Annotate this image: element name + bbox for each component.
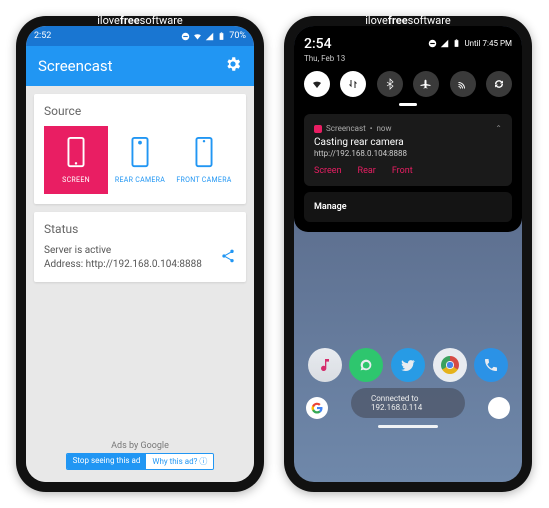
cast-icon [457,78,469,90]
ads-buttons: Stop seeing this ad Why this ad? ⓘ [66,453,215,470]
dnd-icon [181,32,190,41]
phone-icon [483,357,499,373]
qs-bluetooth[interactable] [377,71,403,97]
notification-card[interactable]: ⌃ Screencast • now Casting rear camera h… [304,114,512,186]
google-button[interactable] [306,397,328,419]
notification-title: Casting rear camera [314,137,502,148]
dot-sep: • [370,124,373,133]
source-options: SCREEN REAR CAMERA FRONT CAMERA [44,126,236,194]
status-line1: Server is active [44,244,220,258]
status-line2: Address: http://192.168.0.104:8888 [44,258,220,272]
app-music[interactable] [308,348,342,382]
source-front-label: FRONT CAMERA [176,176,231,184]
status-icons: 70% [181,31,246,41]
google-icon [311,402,323,414]
source-screen-label: SCREEN [62,176,90,184]
notif-action-rear[interactable]: Rear [358,166,376,176]
app-title: Screencast [38,57,224,75]
rotate-icon [493,78,505,90]
share-icon [220,248,236,264]
app-phone[interactable] [474,348,508,382]
dnd-icon [428,39,437,48]
battery-icon [217,32,226,41]
qs-cast[interactable] [450,71,476,97]
connection-pill: Connected to 192.168.0.114 [351,388,465,418]
wifi-icon [193,32,202,41]
screen-icon [64,136,88,170]
assistant-button[interactable] [488,397,510,419]
manage-button[interactable]: Manage [304,192,512,222]
notification-when: now [376,124,391,133]
content-area: Source SCREEN REAR CAMERA FRONT CAMER [26,86,254,482]
signal-icon [440,39,449,48]
source-title: Source [44,104,236,118]
wifi-icon [311,78,323,90]
shade-handle[interactable] [399,103,417,106]
source-screen[interactable]: SCREEN [44,126,108,194]
settings-button[interactable] [224,55,242,77]
app-twitter[interactable] [391,348,425,382]
status-card: Status Server is active Address: http://… [34,212,246,282]
rear-camera-icon [128,136,152,170]
screen-right: 2:54 Until 7:45 PM Thu, Feb 13 [294,26,522,482]
battery-pct: 70% [229,31,246,41]
app-whatsapp[interactable] [349,348,383,382]
notification-actions: Screen Rear Front [314,166,502,176]
shade-time: 2:54 [304,36,332,52]
home-screen: Connected to 192.168.0.114 [294,232,522,432]
data-icon [347,78,359,90]
qs-wifi[interactable] [304,71,330,97]
bluetooth-icon [384,78,396,90]
dock [304,348,512,382]
notif-action-screen[interactable]: Screen [314,166,342,176]
qs-data[interactable] [340,71,366,97]
notif-action-front[interactable]: Front [392,166,413,176]
music-icon [317,357,333,373]
whatsapp-icon [358,357,374,373]
clock: 2:52 [34,31,51,41]
notification-app: Screencast [326,124,366,133]
nav-handle[interactable] [378,425,438,428]
app-chrome[interactable] [433,348,467,382]
notification-shade[interactable]: 2:54 Until 7:45 PM Thu, Feb 13 [294,26,522,232]
source-front[interactable]: FRONT CAMERA [172,126,236,194]
ads-label: Ads by Google [34,441,246,451]
shade-status-row: 2:54 Until 7:45 PM [304,36,512,52]
front-camera-icon [192,136,216,170]
until-text: Until 7:45 PM [464,39,512,48]
signal-icon [205,32,214,41]
status-bar: 2:52 70% [26,26,254,46]
qs-airplane[interactable] [413,71,439,97]
source-rear-label: REAR CAMERA [115,176,165,184]
ads-area: Ads by Google Stop seeing this ad Why th… [34,437,246,474]
chevron-up-icon[interactable]: ⌃ [495,124,502,133]
gear-icon [224,55,242,73]
phone-left: ilovefreesoftware 2:52 70% Screencast [16,16,264,492]
app-bar: Screencast [26,46,254,86]
phone-right: ilovefreesoftware 2:54 Until 7:45 PM Thu… [284,16,532,492]
source-card: Source SCREEN REAR CAMERA FRONT CAMER [34,94,246,204]
shade-date: Thu, Feb 13 [304,54,512,63]
airplane-icon [420,78,432,90]
ads-why-button[interactable]: Why this ad? ⓘ [146,454,213,469]
shade-right-icons: Until 7:45 PM [428,39,512,48]
chrome-icon [441,356,459,374]
app-icon [314,125,322,133]
qs-rotate[interactable] [486,71,512,97]
status-title: Status [44,222,236,236]
notification-sub: http://192.168.0.104:8888 [314,149,502,158]
ads-stop-button[interactable]: Stop seeing this ad [67,454,147,469]
battery-icon [452,39,461,48]
notification-header: Screencast • now [314,124,502,133]
screen-left: 2:52 70% Screencast Source [26,26,254,482]
source-rear[interactable]: REAR CAMERA [108,126,172,194]
share-button[interactable] [220,248,236,268]
twitter-icon [400,357,416,373]
quick-settings-row [304,71,512,97]
